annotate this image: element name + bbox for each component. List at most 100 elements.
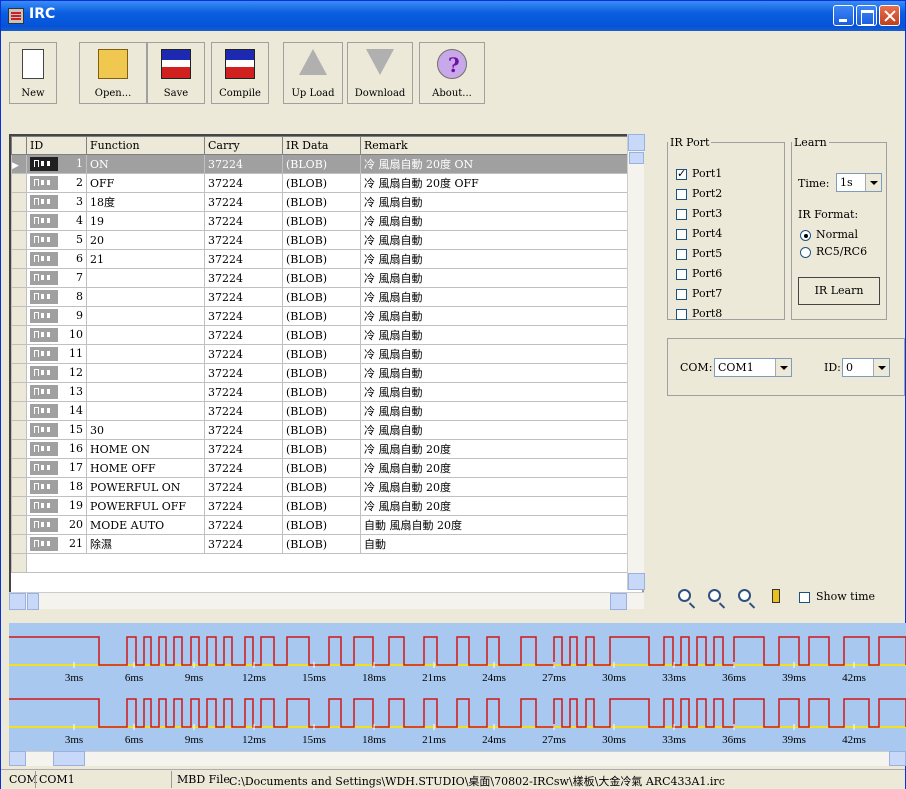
col-header-carry[interactable]: Carry (204, 136, 283, 155)
scroll-right-button[interactable] (610, 593, 627, 610)
scroll-down-button[interactable] (628, 573, 645, 590)
cell-function[interactable] (86, 268, 205, 288)
cell-function[interactable] (86, 325, 205, 345)
cell-function[interactable]: HOME OFF (86, 458, 205, 478)
title-bar[interactable]: IRC (1, 1, 905, 31)
cell-remark[interactable]: 冷 風扇自動 20度 (360, 439, 631, 459)
highlight-button[interactable] (765, 586, 787, 608)
row-indicator[interactable] (11, 230, 27, 250)
table-row[interactable]: 7 37224 (BLOB) 冷 風扇自動 (11, 268, 631, 288)
cell-carry[interactable]: 37224 (204, 534, 283, 554)
cell-carry[interactable]: 37224 (204, 211, 283, 231)
wave-scroll-thumb[interactable] (53, 751, 85, 766)
cell-id[interactable]: 1 (26, 154, 87, 174)
cell-id[interactable]: 3 (26, 192, 87, 212)
show-time-checkbox[interactable] (799, 592, 810, 603)
cell-remark[interactable]: 冷 風扇自動 (360, 401, 631, 421)
cell-function[interactable]: 19 (86, 211, 205, 231)
cell-function[interactable] (86, 401, 205, 421)
row-indicator[interactable] (11, 287, 27, 307)
cell-function[interactable]: 30 (86, 420, 205, 440)
cell-carry[interactable]: 37224 (204, 287, 283, 307)
table-row[interactable]: 9 37224 (BLOB) 冷 風扇自動 (11, 306, 631, 326)
cell-irdata[interactable]: (BLOB) (282, 268, 361, 288)
close-button[interactable] (879, 5, 900, 26)
table-horizontal-scrollbar[interactable] (9, 592, 644, 610)
cell-carry[interactable]: 37224 (204, 249, 283, 269)
cell-irdata[interactable]: (BLOB) (282, 420, 361, 440)
cell-carry[interactable]: 37224 (204, 382, 283, 402)
cell-function[interactable] (86, 382, 205, 402)
table-row[interactable]: 21 除濕 37224 (BLOB) 自動 (11, 534, 631, 554)
cell-carry[interactable]: 37224 (204, 515, 283, 535)
cell-id[interactable]: 13 (26, 382, 87, 402)
table-row[interactable]: 2 OFF 37224 (BLOB) 冷 風扇自動 20度 OFF (11, 173, 631, 193)
table-row[interactable]: ▶ 1 ON 37224 (BLOB) 冷 風扇自動 20度 ON (11, 154, 631, 174)
cell-carry[interactable]: 37224 (204, 306, 283, 326)
scroll-thumb[interactable] (629, 152, 644, 164)
cell-irdata[interactable]: (BLOB) (282, 230, 361, 250)
cell-id[interactable]: 5 (26, 230, 87, 250)
row-indicator[interactable] (11, 401, 27, 421)
cell-irdata[interactable]: (BLOB) (282, 306, 361, 326)
port-checkbox[interactable] (676, 209, 687, 220)
cell-id[interactable]: 19 (26, 496, 87, 516)
row-indicator[interactable] (11, 420, 27, 440)
table-row[interactable]: 14 37224 (BLOB) 冷 風扇自動 (11, 401, 631, 421)
cell-function[interactable]: POWERFUL OFF (86, 496, 205, 516)
table-row[interactable]: 12 37224 (BLOB) 冷 風扇自動 (11, 363, 631, 383)
format-rc5-radio[interactable] (800, 247, 811, 258)
compile-button[interactable]: Compile (211, 42, 269, 104)
row-indicator[interactable]: ▶ (11, 154, 27, 174)
table-row[interactable]: 20 MODE AUTO 37224 (BLOB) 自動 風扇自動 20度 (11, 515, 631, 535)
row-indicator[interactable] (11, 344, 27, 364)
cell-function[interactable]: 20 (86, 230, 205, 250)
cell-irdata[interactable]: (BLOB) (282, 439, 361, 459)
cell-remark[interactable]: 冷 風扇自動 (360, 287, 631, 307)
port-checkbox[interactable] (676, 269, 687, 280)
cell-carry[interactable]: 37224 (204, 230, 283, 250)
table-row[interactable]: 17 HOME OFF 37224 (BLOB) 冷 風扇自動 20度 (11, 458, 631, 478)
cell-remark[interactable]: 冷 風扇自動 20度 (360, 458, 631, 478)
cell-function[interactable] (86, 306, 205, 326)
cell-irdata[interactable]: (BLOB) (282, 401, 361, 421)
row-indicator[interactable] (11, 325, 27, 345)
save-button[interactable]: Save (147, 42, 205, 104)
cell-id[interactable]: 4 (26, 211, 87, 231)
cell-irdata[interactable]: (BLOB) (282, 154, 361, 174)
row-indicator[interactable] (11, 458, 27, 478)
com-select[interactable]: COM1 (714, 358, 792, 377)
cell-id[interactable]: 9 (26, 306, 87, 326)
waveform-scrollbar[interactable] (9, 751, 906, 766)
cell-id[interactable]: 11 (26, 344, 87, 364)
cell-id[interactable]: 6 (26, 249, 87, 269)
cell-id[interactable]: 16 (26, 439, 87, 459)
about-button[interactable]: About... (419, 42, 485, 104)
cell-carry[interactable]: 37224 (204, 401, 283, 421)
table-row[interactable]: 18 POWERFUL ON 37224 (BLOB) 冷 風扇自動 20度 (11, 477, 631, 497)
cell-carry[interactable]: 37224 (204, 173, 283, 193)
row-indicator[interactable] (11, 363, 27, 383)
cell-irdata[interactable]: (BLOB) (282, 534, 361, 554)
row-indicator[interactable] (11, 382, 27, 402)
cell-function[interactable]: 18度 (86, 192, 205, 212)
hscroll-thumb[interactable] (27, 593, 39, 610)
cell-id[interactable]: 17 (26, 458, 87, 478)
table-row[interactable]: 8 37224 (BLOB) 冷 風扇自動 (11, 287, 631, 307)
cell-id[interactable]: 8 (26, 287, 87, 307)
cell-irdata[interactable]: (BLOB) (282, 249, 361, 269)
time-select[interactable]: 1s (836, 173, 882, 192)
cell-function[interactable]: OFF (86, 173, 205, 193)
row-indicator[interactable] (11, 553, 27, 573)
cell-irdata[interactable]: (BLOB) (282, 287, 361, 307)
col-header-remark[interactable]: Remark (360, 136, 631, 155)
cell-irdata[interactable]: (BLOB) (282, 382, 361, 402)
cell-id[interactable]: 15 (26, 420, 87, 440)
row-indicator[interactable] (11, 306, 27, 326)
cell-remark[interactable]: 冷 風扇自動 20度 (360, 477, 631, 497)
row-indicator[interactable] (11, 439, 27, 459)
col-header-irdata[interactable]: IR Data (282, 136, 361, 155)
port-checkbox[interactable] (676, 167, 687, 180)
row-indicator[interactable] (11, 192, 27, 212)
cell-carry[interactable]: 37224 (204, 268, 283, 288)
